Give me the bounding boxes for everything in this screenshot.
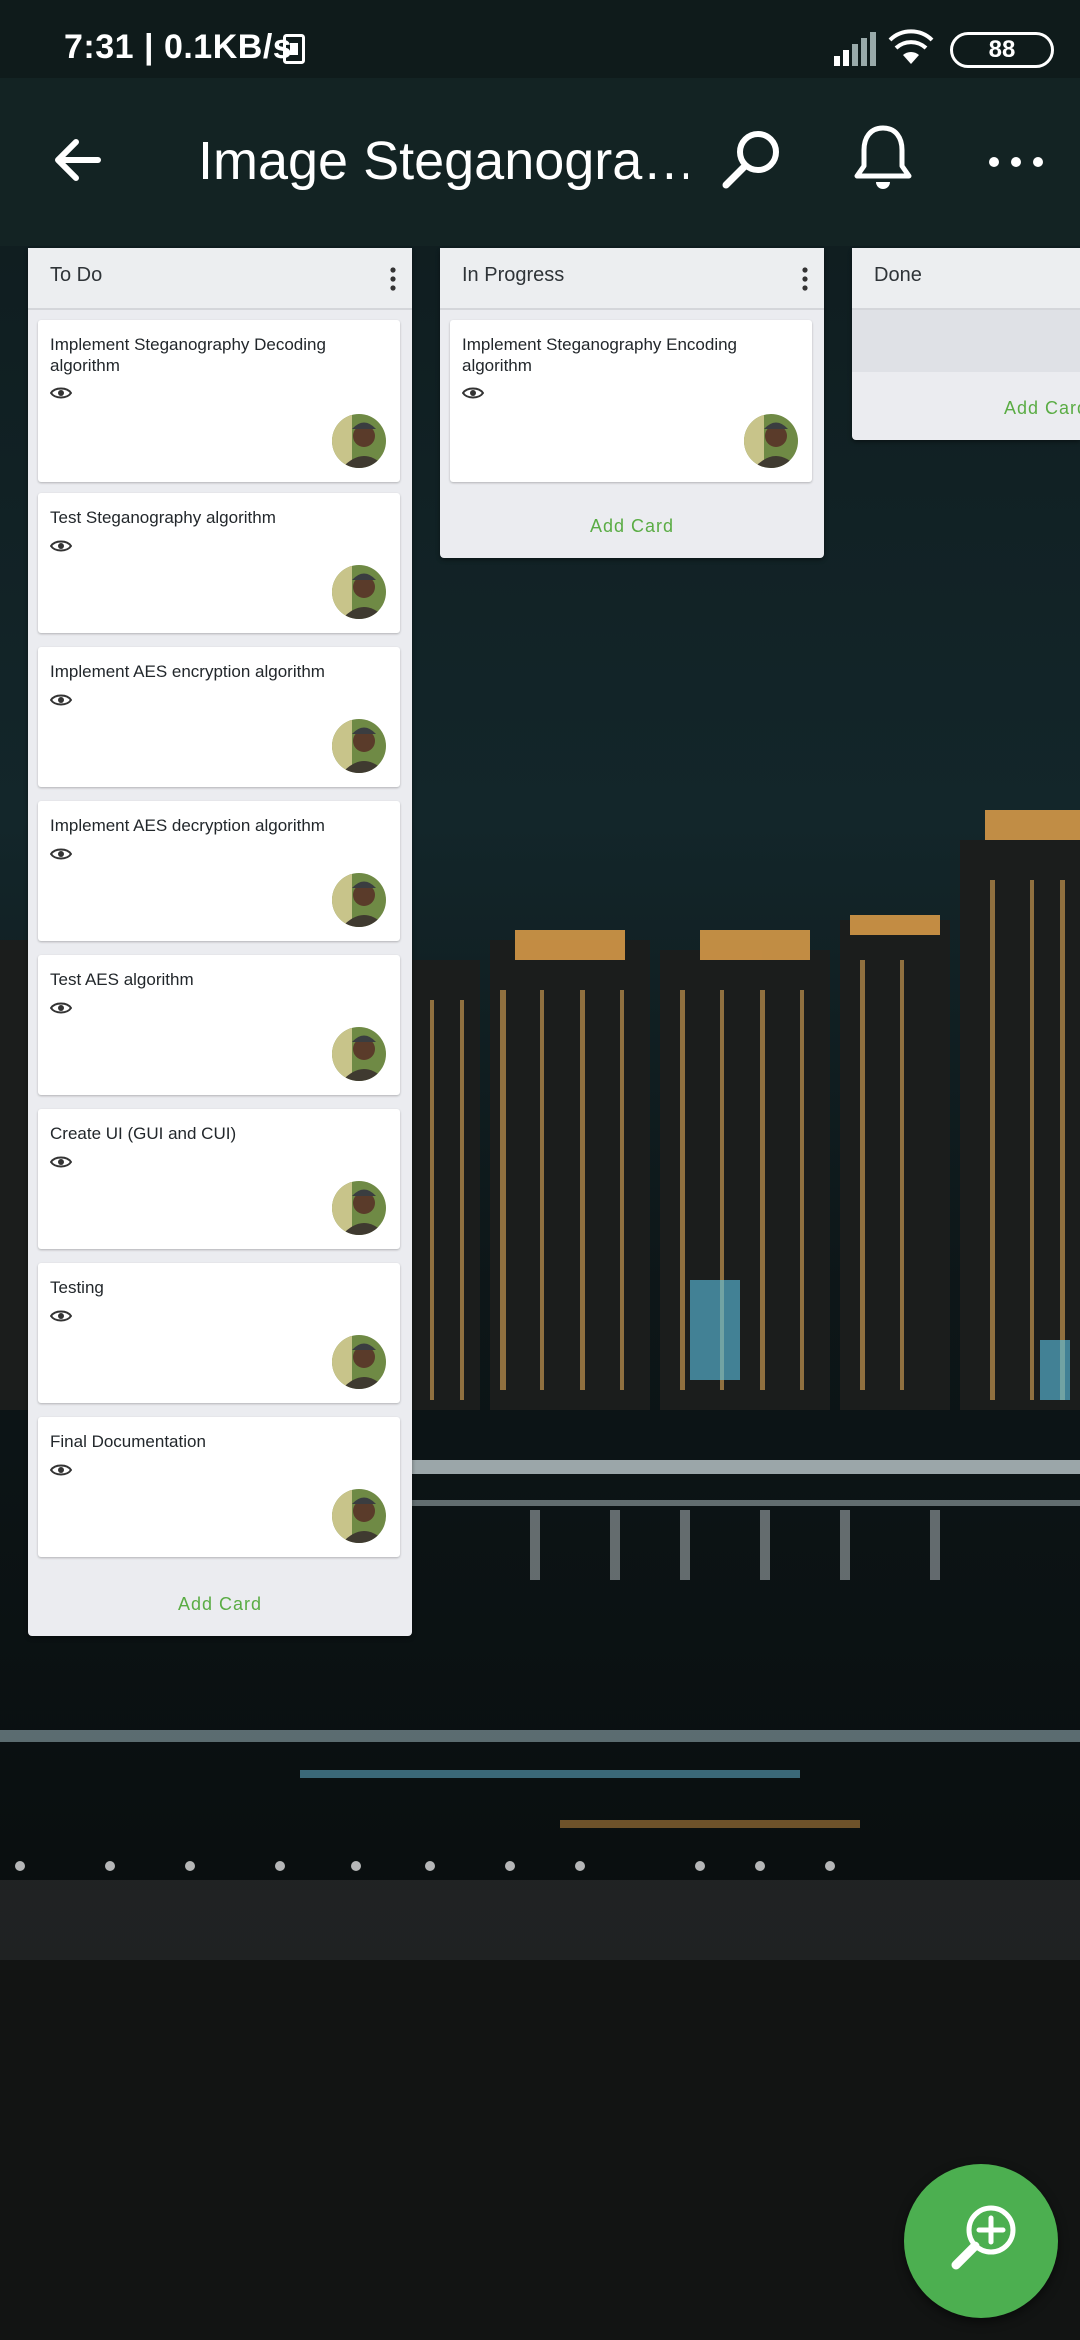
card-title: Final Documentation <box>50 1432 206 1451</box>
card-title: Implement Steganography Encoding algorit… <box>462 335 738 375</box>
card[interactable]: Test Steganography algorithm <box>38 493 400 633</box>
wifi-icon <box>888 29 934 64</box>
list-menu-icon[interactable] <box>388 266 398 292</box>
card-title: Implement Steganography Decoding algorit… <box>50 335 326 375</box>
watch-eye-icon <box>50 1156 72 1168</box>
add-card-button[interactable]: Add Card <box>440 516 824 537</box>
member-avatar <box>332 719 386 773</box>
list-menu-icon[interactable] <box>800 266 810 292</box>
member-avatar <box>332 1181 386 1235</box>
app-bar: Image Steganogra… <box>0 78 1080 246</box>
search-icon[interactable] <box>718 126 784 192</box>
empty-drop-zone <box>852 310 1080 372</box>
card[interactable]: Final Documentation <box>38 1417 400 1557</box>
watch-eye-icon <box>50 387 72 399</box>
signal-icon <box>834 32 876 66</box>
watch-eye-icon <box>50 540 72 552</box>
member-avatar <box>744 414 798 468</box>
board-title: Image Steganogra… <box>198 131 688 191</box>
card[interactable]: Implement AES encryption algorithm <box>38 647 400 787</box>
list-header: In Progress <box>440 248 824 310</box>
member-avatar <box>332 1335 386 1389</box>
watch-eye-icon <box>50 848 72 860</box>
list-header: To Do <box>28 248 412 310</box>
card-title: Test AES algorithm <box>50 970 194 989</box>
zoom-in-icon <box>951 2205 1016 2270</box>
back-arrow-icon[interactable] <box>48 130 108 190</box>
bell-icon[interactable] <box>852 122 914 192</box>
list-in-progress: In Progress Implement Steganography Enco… <box>440 248 824 558</box>
watch-eye-icon <box>462 387 484 399</box>
list-title: In Progress <box>462 264 565 286</box>
member-avatar <box>332 414 386 468</box>
card[interactable]: Create UI (GUI and CUI) <box>38 1109 400 1249</box>
add-card-button[interactable]: Add Card <box>1004 398 1080 419</box>
member-avatar <box>332 873 386 927</box>
card-title: Implement AES encryption algorithm <box>50 662 325 681</box>
list-header: Done <box>852 248 1080 310</box>
sim-card-icon <box>283 34 305 64</box>
list-title: To Do <box>50 264 103 286</box>
list-title: Done <box>874 264 922 286</box>
list-done: Done Add Card <box>852 248 1080 440</box>
status-bar: 7:31 | 0.1KB/s 88 <box>0 0 1080 78</box>
watch-eye-icon <box>50 1464 72 1476</box>
watch-eye-icon <box>50 1002 72 1014</box>
watch-eye-icon <box>50 694 72 706</box>
battery-indicator: 88 <box>950 32 1054 68</box>
card[interactable]: Implement Steganography Decoding algorit… <box>38 320 400 482</box>
card[interactable]: Implement Steganography Encoding algorit… <box>450 320 812 482</box>
card-title: Test Steganography algorithm <box>50 508 276 527</box>
status-time: 7:31 | 0.1KB/s <box>64 28 293 66</box>
member-avatar <box>332 1027 386 1081</box>
card-title: Testing <box>50 1278 104 1297</box>
member-avatar <box>332 1489 386 1543</box>
card[interactable]: Test AES algorithm <box>38 955 400 1095</box>
card[interactable]: Implement AES decryption algorithm <box>38 801 400 941</box>
card-title: Implement AES decryption algorithm <box>50 816 325 835</box>
watch-eye-icon <box>50 1310 72 1322</box>
card-title: Create UI (GUI and CUI) <box>50 1124 237 1143</box>
zoom-fab-button[interactable] <box>904 2164 1058 2318</box>
add-card-button[interactable]: Add Card <box>28 1594 412 1615</box>
card[interactable]: Testing <box>38 1263 400 1403</box>
more-options-icon[interactable] <box>986 152 1046 172</box>
member-avatar <box>332 565 386 619</box>
list-to-do: To Do Implement Steganography Decoding a… <box>28 248 412 1636</box>
